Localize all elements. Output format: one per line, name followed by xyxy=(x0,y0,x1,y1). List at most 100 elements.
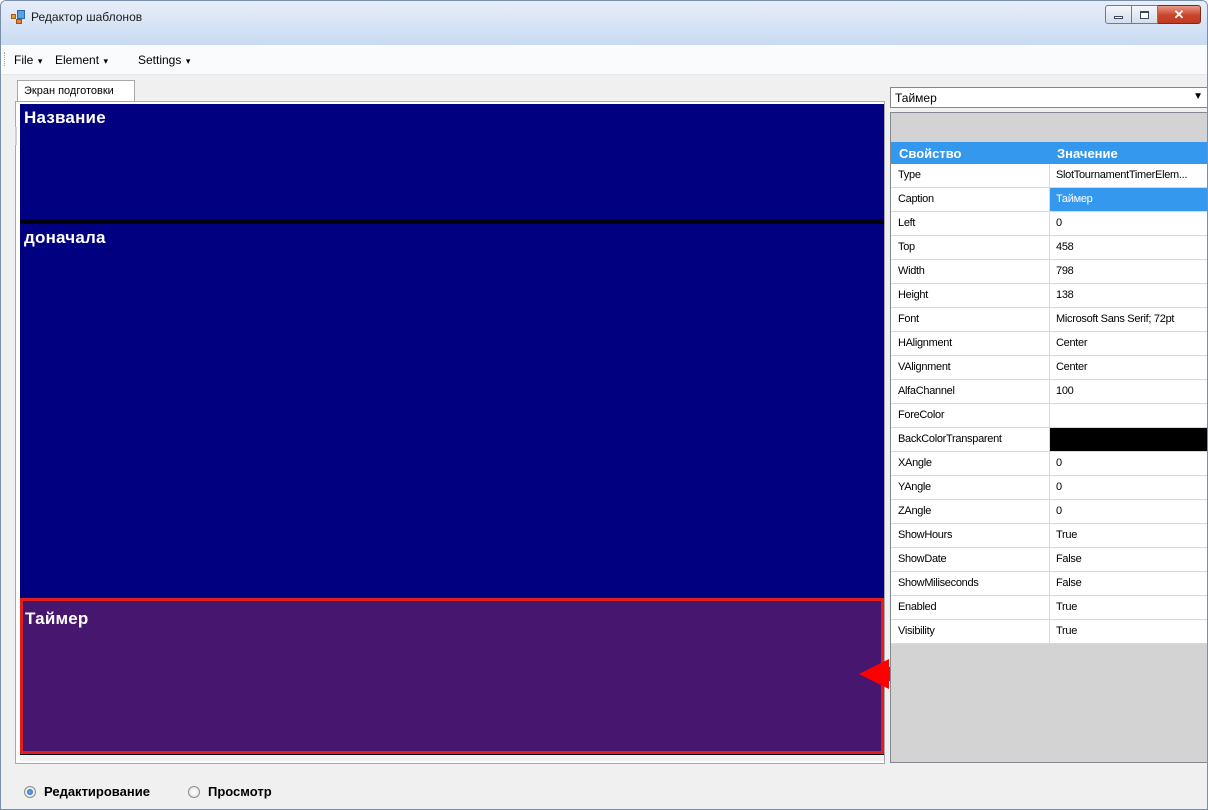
property-key: AlfaChannel xyxy=(898,385,955,397)
radio-preview-label: Просмотр xyxy=(208,784,272,799)
property-key: Visibility xyxy=(898,625,935,637)
close-button[interactable]: ✕ xyxy=(1158,5,1201,24)
property-value[interactable]: False xyxy=(1049,572,1207,595)
property-value[interactable]: Microsoft Sans Serif; 72pt xyxy=(1049,308,1207,331)
maximize-button[interactable] xyxy=(1132,5,1158,24)
property-value[interactable]: 458 xyxy=(1049,236,1207,259)
chevron-down-icon: ▾ xyxy=(101,56,109,66)
maximize-icon xyxy=(1140,10,1149,19)
tab-preparation-screen[interactable]: Экран подготовки xyxy=(17,80,135,102)
property-value[interactable]: SlotTournamentTimerElem... xyxy=(1049,164,1207,187)
property-key: ShowMiliseconds xyxy=(898,577,979,589)
property-value[interactable]: 0 xyxy=(1049,452,1207,475)
title-bar[interactable]: Редактор шаблонов ✕ xyxy=(1,1,1207,45)
header-property: Свойство xyxy=(899,146,962,161)
property-row[interactable]: Visibility True xyxy=(891,620,1207,644)
window-title: Редактор шаблонов xyxy=(31,10,143,24)
property-row[interactable]: BackColorTransparent xyxy=(891,428,1207,452)
property-key: Top xyxy=(898,241,915,253)
property-value[interactable] xyxy=(1049,404,1207,427)
property-key: Type xyxy=(898,169,921,181)
property-value[interactable]: True xyxy=(1049,596,1207,619)
menu-file[interactable]: File ▾ xyxy=(14,53,42,67)
chevron-down-icon: ▾ xyxy=(183,56,191,66)
app-icon xyxy=(11,10,25,24)
property-row[interactable]: Font Microsoft Sans Serif; 72pt xyxy=(891,308,1207,332)
property-row[interactable]: Width 798 xyxy=(891,260,1207,284)
menu-bar: File ▾ Element ▾ Settings ▾ xyxy=(1,45,1207,75)
radio-edit-mode[interactable]: Редактирование xyxy=(24,784,150,799)
property-row[interactable]: YAngle 0 xyxy=(891,476,1207,500)
chevron-down-icon: ▼ xyxy=(1193,91,1203,102)
minimize-button[interactable] xyxy=(1105,5,1132,24)
close-icon: ✕ xyxy=(1173,6,1185,22)
property-value[interactable]: True xyxy=(1049,524,1207,547)
property-value[interactable]: 0 xyxy=(1049,476,1207,499)
element-selector-value: Таймер xyxy=(895,91,937,105)
canvas-element-before-start[interactable]: доначала xyxy=(20,224,884,598)
property-value[interactable]: True xyxy=(1049,620,1207,643)
window-controls: ✕ xyxy=(1105,5,1201,24)
property-key: VAlignment xyxy=(898,361,951,373)
property-key: Height xyxy=(898,289,928,301)
template-canvas: Название доначала Таймер xyxy=(20,104,884,760)
radio-edit-label: Редактирование xyxy=(44,784,150,799)
property-key: Enabled xyxy=(898,601,937,613)
property-key: ZAngle xyxy=(898,505,932,517)
property-row[interactable]: ShowDate False xyxy=(891,548,1207,572)
property-row[interactable]: Type SlotTournamentTimerElem... xyxy=(891,164,1207,188)
property-value[interactable]: False xyxy=(1049,548,1207,571)
element-selector[interactable]: Таймер ▼ xyxy=(890,87,1207,108)
chevron-down-icon: ▾ xyxy=(35,56,43,66)
property-key: ShowDate xyxy=(898,553,947,565)
radio-selected-icon xyxy=(24,785,36,798)
property-row[interactable]: AlfaChannel 100 xyxy=(891,380,1207,404)
property-row[interactable]: XAngle 0 xyxy=(891,452,1207,476)
canvas-element-title[interactable]: Название xyxy=(20,104,884,219)
property-key: ShowHours xyxy=(898,529,953,541)
property-grid-header: Свойство Значение xyxy=(891,142,1207,164)
element-caption: Название xyxy=(24,108,106,127)
property-row[interactable]: ShowHours True xyxy=(891,524,1207,548)
property-row[interactable]: Left 0 xyxy=(891,212,1207,236)
property-key: Width xyxy=(898,265,925,277)
canvas-scrollbar[interactable] xyxy=(20,755,884,761)
property-row[interactable]: Height 138 xyxy=(891,284,1207,308)
property-row[interactable]: ZAngle 0 xyxy=(891,500,1207,524)
property-value[interactable]: 0 xyxy=(1049,500,1207,523)
property-row[interactable]: Top 458 xyxy=(891,236,1207,260)
property-value[interactable]: 100 xyxy=(1049,380,1207,403)
property-value[interactable]: 138 xyxy=(1049,284,1207,307)
property-key: Left xyxy=(898,217,916,229)
menu-settings[interactable]: Settings ▾ xyxy=(138,53,190,67)
property-value[interactable]: 0 xyxy=(1049,212,1207,235)
header-value: Значение xyxy=(1057,146,1118,161)
menu-element[interactable]: Element ▾ xyxy=(55,53,108,67)
property-row[interactable]: HAlignment Center xyxy=(891,332,1207,356)
property-key: Font xyxy=(898,313,919,325)
property-key: Caption xyxy=(898,193,934,205)
radio-unselected-icon xyxy=(188,785,200,798)
canvas-element-timer-selected[interactable]: Таймер xyxy=(20,598,884,754)
radio-preview-mode[interactable]: Просмотр xyxy=(188,784,272,799)
app-window: Редактор шаблонов ✕ File ▾ Element ▾ Set… xyxy=(0,0,1208,810)
scroll-indicator xyxy=(15,127,17,145)
minimize-icon xyxy=(1114,16,1123,19)
mode-selector: Редактирование Просмотр xyxy=(1,771,1207,809)
property-row[interactable]: VAlignment Center xyxy=(891,356,1207,380)
property-value[interactable] xyxy=(1049,428,1207,451)
property-value[interactable]: Таймер xyxy=(1049,188,1207,211)
property-key: ForeColor xyxy=(898,409,945,421)
property-row[interactable]: ForeColor xyxy=(891,404,1207,428)
property-value[interactable]: 798 xyxy=(1049,260,1207,283)
property-value[interactable]: Center xyxy=(1049,356,1207,379)
property-row[interactable]: Caption Таймер xyxy=(891,188,1207,212)
property-value[interactable]: Center xyxy=(1049,332,1207,355)
property-row[interactable]: ShowMiliseconds False xyxy=(891,572,1207,596)
property-key: YAngle xyxy=(898,481,931,493)
property-row[interactable]: Enabled True xyxy=(891,596,1207,620)
property-key: BackColorTransparent xyxy=(898,433,1002,445)
element-caption: доначала xyxy=(24,228,106,247)
property-key: HAlignment xyxy=(898,337,952,349)
element-caption: Таймер xyxy=(25,609,89,628)
